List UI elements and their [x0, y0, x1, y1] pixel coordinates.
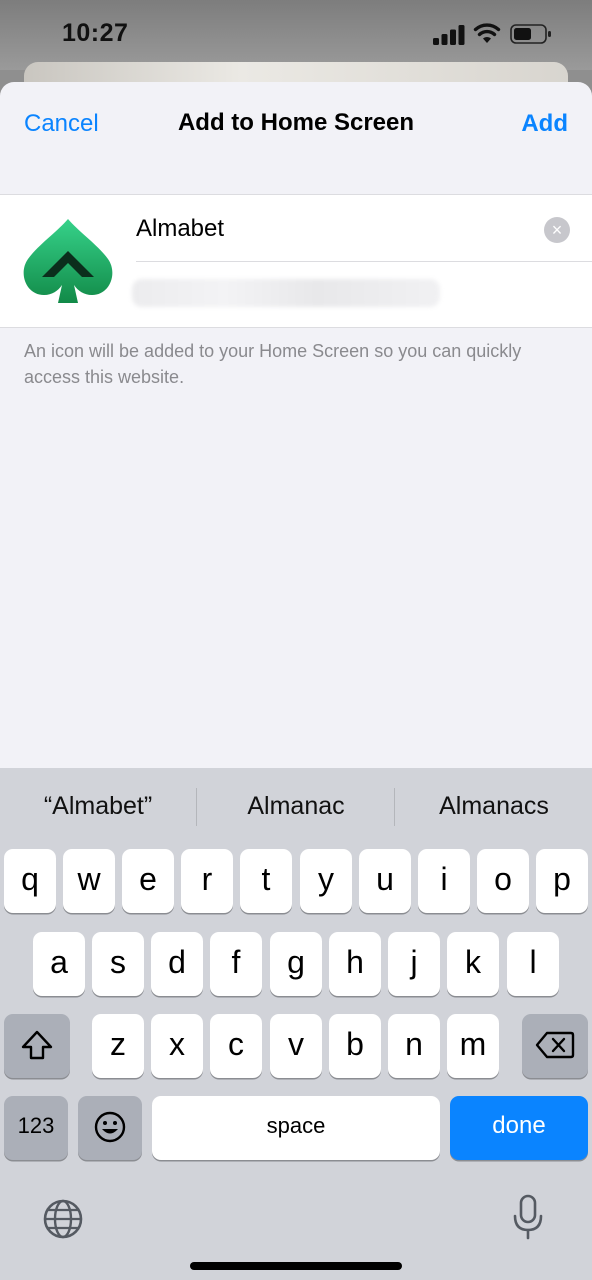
website-info-card: ×: [0, 194, 592, 328]
status-time: 10:27: [62, 19, 129, 47]
key-s[interactable]: s: [92, 932, 144, 996]
delete-icon: [535, 1031, 575, 1059]
suggestion-1[interactable]: “Almabet”: [0, 792, 196, 821]
home-indicator: [190, 1262, 402, 1270]
key-p[interactable]: p: [536, 849, 588, 913]
key-x[interactable]: x: [151, 1014, 203, 1078]
app-name-input[interactable]: [136, 209, 536, 249]
key-d[interactable]: d: [151, 932, 203, 996]
key-w[interactable]: w: [63, 849, 115, 913]
shift-icon: [21, 1030, 53, 1060]
numbers-key[interactable]: 123: [4, 1096, 68, 1160]
almabet-app-icon: [23, 219, 113, 303]
emoji-key[interactable]: [78, 1096, 142, 1160]
key-a[interactable]: a: [33, 932, 85, 996]
space-key[interactable]: space: [152, 1096, 440, 1160]
key-o[interactable]: o: [477, 849, 529, 913]
website-url-redacted: [132, 279, 440, 307]
globe-icon[interactable]: [42, 1198, 84, 1240]
key-z[interactable]: z: [92, 1014, 144, 1078]
key-k[interactable]: k: [447, 932, 499, 996]
field-divider: [136, 261, 592, 262]
sheet-nav-bar: Cancel Add to Home Screen Add: [0, 82, 592, 168]
key-y[interactable]: y: [300, 849, 352, 913]
key-c[interactable]: c: [210, 1014, 262, 1078]
suggestion-separator: [394, 788, 395, 826]
key-u[interactable]: u: [359, 849, 411, 913]
microphone-icon[interactable]: [512, 1194, 544, 1240]
emoji-icon: [94, 1111, 126, 1143]
key-f[interactable]: f: [210, 932, 262, 996]
key-h[interactable]: h: [329, 932, 381, 996]
suggestion-separator: [196, 788, 197, 826]
done-key[interactable]: done: [450, 1096, 588, 1160]
key-v[interactable]: v: [270, 1014, 322, 1078]
status-bar: 10:27: [0, 0, 592, 70]
sheet-caption: An icon will be added to your Home Scree…: [24, 341, 522, 387]
key-i[interactable]: i: [418, 849, 470, 913]
keyboard: “Almabet” Almanac Almanacs q w e r t y u…: [0, 768, 592, 1280]
key-n[interactable]: n: [388, 1014, 440, 1078]
key-g[interactable]: g: [270, 932, 322, 996]
suggestion-3[interactable]: Almanacs: [396, 792, 592, 821]
add-button[interactable]: Add: [521, 110, 568, 138]
key-t[interactable]: t: [240, 849, 292, 913]
key-m[interactable]: m: [447, 1014, 499, 1078]
suggestion-2[interactable]: Almanac: [198, 792, 394, 821]
key-e[interactable]: e: [122, 849, 174, 913]
wifi-icon: [473, 23, 501, 43]
key-l[interactable]: l: [507, 932, 559, 996]
key-r[interactable]: r: [181, 849, 233, 913]
key-j[interactable]: j: [388, 932, 440, 996]
key-q[interactable]: q: [4, 849, 56, 913]
battery-icon: [510, 24, 551, 44]
shift-key[interactable]: [4, 1014, 70, 1078]
clear-icon[interactable]: ×: [544, 217, 570, 243]
cellular-signal-icon: [433, 25, 465, 45]
delete-key[interactable]: [522, 1014, 588, 1078]
cancel-button[interactable]: Cancel: [24, 110, 99, 138]
key-b[interactable]: b: [329, 1014, 381, 1078]
